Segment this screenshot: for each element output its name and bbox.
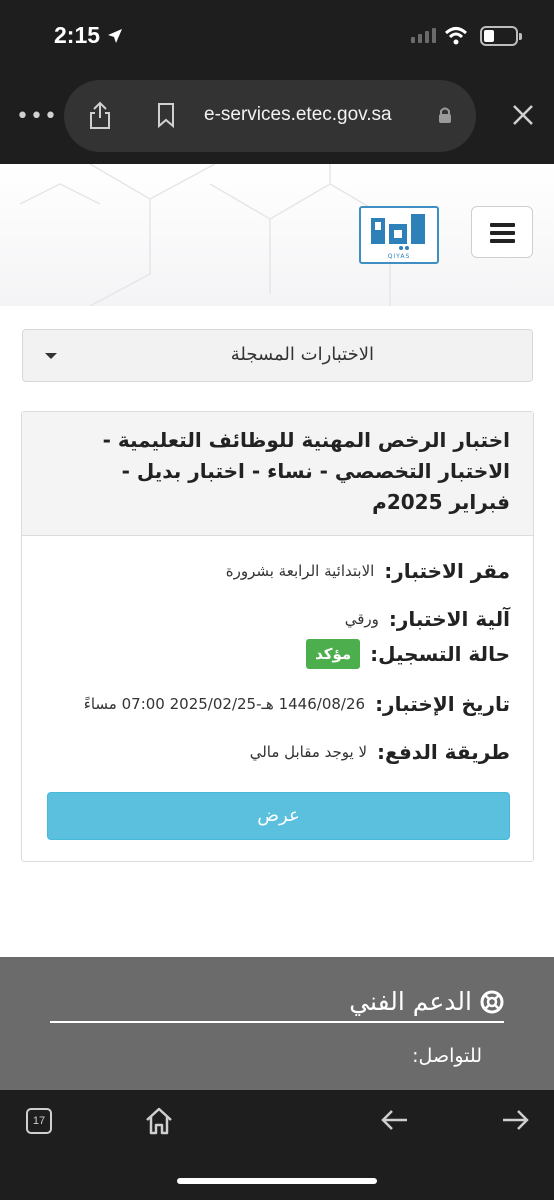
more-options-icon[interactable]: ••• — [16, 104, 58, 129]
wifi-icon — [444, 27, 468, 45]
registered-tests-dropdown[interactable]: الاختبارات المسجلة — [22, 329, 533, 382]
test-date-value: 1446/08/26 هـ-2025/02/25 07:00 مساءً — [83, 695, 366, 713]
battery-icon — [480, 26, 522, 46]
home-indicator[interactable] — [177, 1178, 377, 1184]
share-icon[interactable] — [88, 100, 112, 130]
browser-address-bar: ••• e-services.etec.gov.sa — [0, 76, 554, 164]
url-text: e-services.etec.gov.sa — [204, 104, 392, 125]
test-card-header: اختبار الرخص المهنية للوظائف التعليمية -… — [22, 412, 533, 536]
home-icon[interactable] — [144, 1106, 174, 1136]
status-bar: 2:15 — [0, 0, 554, 76]
clock-text: 2:15 — [54, 22, 101, 48]
test-date-row: تاريخ الإختبار: 1446/08/26 هـ-2025/02/25… — [84, 692, 510, 716]
qiyas-logo-mark — [371, 214, 425, 250]
test-method-label: آلية الاختبار: — [388, 607, 510, 631]
browser-toolbar: 17 — [0, 1090, 554, 1200]
logo-text: QIYAS — [387, 253, 411, 260]
support-heading: الدعم الفني — [349, 987, 504, 1016]
tabs-count-button[interactable]: 17 — [26, 1108, 52, 1134]
registration-status-row: حالة التسجيل: مؤكد — [306, 639, 510, 669]
cellular-signal-icon — [411, 28, 436, 43]
payment-method-row: طريقة الدفع: لا يوجد مقابل مالي — [250, 740, 510, 764]
qiyas-logo[interactable]: QIYAS — [359, 206, 439, 264]
test-date-label: تاريخ الإختبار: — [375, 692, 510, 716]
bookmark-icon[interactable] — [156, 102, 176, 128]
chevron-down-icon — [45, 353, 57, 359]
lifebuoy-icon — [480, 990, 504, 1013]
url-field[interactable]: e-services.etec.gov.sa — [64, 80, 476, 152]
test-location-value: الابتدائية الرابعة بشرورة — [225, 562, 375, 580]
contact-label: للتواصل: — [412, 1045, 482, 1067]
forward-arrow-icon[interactable] — [501, 1108, 529, 1132]
dropdown-label: الاختبارات المسجلة — [230, 344, 374, 365]
payment-method-label: طريقة الدفع: — [377, 740, 510, 764]
lock-icon — [439, 107, 451, 123]
close-icon[interactable] — [512, 104, 534, 126]
test-method-row: آلية الاختبار: ورقي — [345, 607, 510, 631]
support-title: الدعم الفني — [349, 987, 472, 1016]
test-card: اختبار الرخص المهنية للوظائف التعليمية -… — [21, 411, 534, 862]
back-arrow-icon[interactable] — [381, 1108, 409, 1132]
status-badge: مؤكد — [306, 639, 361, 669]
support-footer: الدعم الفني للتواصل: — [0, 957, 554, 1090]
site-header: QIYAS — [0, 164, 554, 306]
hamburger-menu-button[interactable] — [471, 206, 533, 258]
registration-status-label: حالة التسجيل: — [370, 642, 510, 666]
payment-method-value: لا يوجد مقابل مالي — [249, 743, 368, 761]
test-method-value: ورقي — [344, 610, 379, 628]
test-location-row: مقر الاختبار: الابتدائية الرابعة بشرورة — [226, 559, 510, 583]
location-arrow-icon — [108, 28, 123, 43]
view-button[interactable]: عرض — [47, 792, 510, 840]
clock: 2:15 — [54, 22, 124, 49]
test-title: اختبار الرخص المهنية للوظائف التعليمية -… — [102, 428, 510, 514]
test-location-label: مقر الاختبار: — [384, 559, 510, 583]
divider — [50, 1021, 504, 1023]
